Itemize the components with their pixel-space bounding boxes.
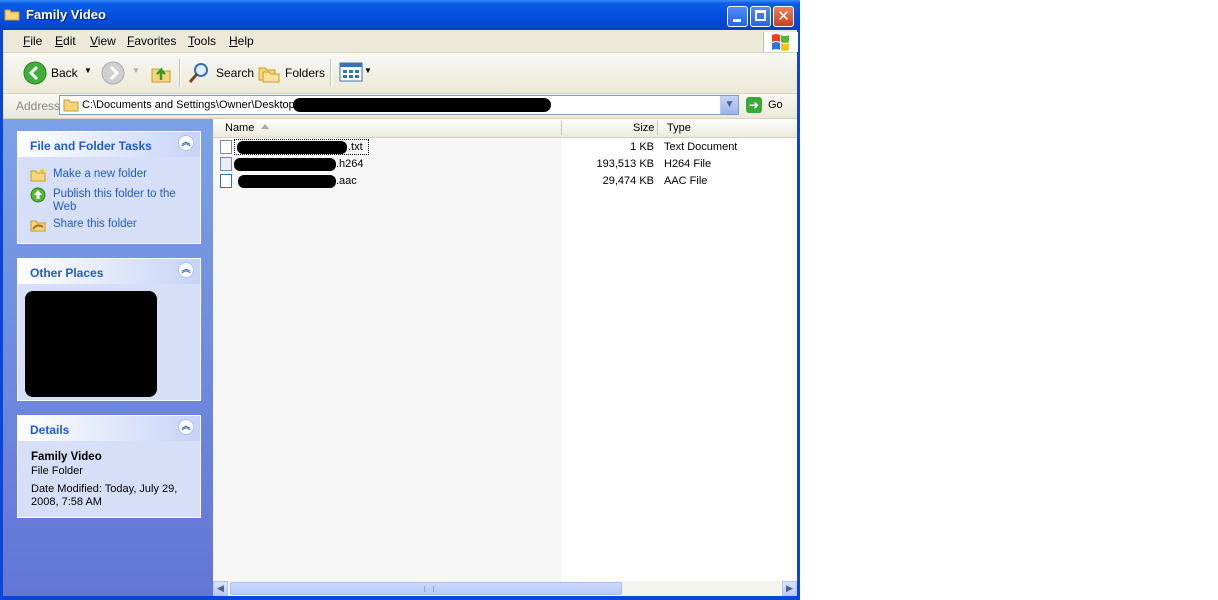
- window-title: Family Video: [26, 7, 106, 22]
- address-label: Address: [16, 99, 61, 113]
- menu-view[interactable]: View: [90, 34, 116, 48]
- file-size: 193,513 KB: [596, 158, 655, 170]
- audio-file-icon: [220, 174, 232, 188]
- standard-toolbar: Back ▼ ▼ Search Folders ▼: [3, 53, 797, 94]
- toolbar-separator: [179, 59, 181, 87]
- file-size: 1 KB: [630, 141, 654, 153]
- grip-icon: [424, 586, 434, 592]
- details-date-modified: Date Modified: Today, July 29, 2008, 7:5…: [31, 483, 178, 508]
- share-folder-icon: [30, 220, 46, 232]
- details-type: File Folder: [31, 465, 83, 477]
- file-extension: .txt: [348, 141, 363, 153]
- other-places-panel: Other Places ︽: [17, 258, 201, 401]
- folder-icon: [4, 9, 20, 21]
- file-extension: .aac: [336, 175, 357, 187]
- scroll-right-icon[interactable]: ▶: [782, 581, 797, 596]
- folders-button[interactable]: Folders: [257, 59, 325, 87]
- column-divider[interactable]: [561, 121, 562, 135]
- table-row[interactable]: .aac 29,474 KB AAC File: [213, 173, 797, 190]
- new-folder-icon: [30, 168, 46, 182]
- redacted-region: [293, 98, 551, 112]
- maximize-button[interactable]: [750, 6, 771, 27]
- globe-icon: [30, 187, 46, 203]
- panel-header[interactable]: File and Folder Tasks ︽: [18, 132, 200, 157]
- menu-tools[interactable]: Tools: [188, 34, 216, 48]
- views-dropdown-icon[interactable]: ▼: [364, 66, 372, 75]
- sort-ascending-icon: [261, 124, 269, 129]
- redacted-region: [25, 291, 157, 397]
- collapse-icon[interactable]: ︽: [178, 262, 194, 278]
- file-extension: .h264: [336, 158, 364, 170]
- windows-logo: [763, 32, 798, 52]
- windows-flag-icon: [772, 34, 789, 51]
- close-button[interactable]: ✕: [773, 6, 794, 27]
- search-icon: [188, 63, 208, 83]
- go-button[interactable]: ➜ Go: [744, 96, 794, 116]
- details-name: Family Video: [31, 451, 102, 463]
- close-icon: ✕: [777, 8, 790, 25]
- table-row[interactable]: .txt 1 KB Text Document: [213, 139, 797, 156]
- explorer-window: Family Video ✕ File Edit View Favorites …: [0, 0, 800, 600]
- redacted-filename: [238, 175, 336, 188]
- address-input[interactable]: C:\Documents and Settings\Owner\Desktop\…: [59, 95, 739, 115]
- menu-favorites[interactable]: Favorites: [127, 34, 176, 48]
- window-frame: File Edit View Favorites Tools Help Back…: [3, 30, 798, 596]
- forward-dropdown-icon[interactable]: ▼: [132, 66, 140, 75]
- views-button[interactable]: ▼: [337, 59, 372, 87]
- forward-button[interactable]: ▼: [99, 59, 140, 87]
- back-button[interactable]: Back ▼: [21, 59, 92, 87]
- title-bar[interactable]: Family Video ✕: [0, 0, 800, 30]
- panel-header[interactable]: Other Places ︽: [18, 259, 200, 284]
- task-pane: File and Folder Tasks ︽ Make a new folde…: [3, 119, 213, 596]
- collapse-icon[interactable]: ︽: [178, 419, 194, 435]
- address-bar: Address C:\Documents and Settings\Owner\…: [3, 94, 797, 119]
- collapse-icon[interactable]: ︽: [178, 135, 194, 151]
- views-icon: [339, 62, 363, 82]
- back-dropdown-icon[interactable]: ▼: [84, 66, 92, 75]
- folder-icon: [63, 99, 79, 112]
- back-arrow-icon: [23, 61, 47, 85]
- column-divider[interactable]: [657, 121, 658, 135]
- redacted-filename: [237, 141, 347, 154]
- chevron-down-icon[interactable]: ▼: [720, 96, 738, 114]
- menu-bar: File Edit View Favorites Tools Help: [3, 30, 798, 53]
- file-list[interactable]: Name Size Type .txt 1 KB Text Document .…: [213, 119, 797, 581]
- column-header-type[interactable]: Type: [667, 122, 691, 134]
- menu-help[interactable]: Help: [229, 34, 254, 48]
- go-arrow-icon: ➜: [746, 97, 762, 113]
- minimize-button[interactable]: [727, 6, 748, 27]
- toolbar-separator: [330, 59, 332, 87]
- video-file-icon: [220, 157, 232, 171]
- file-type: H264 File: [664, 158, 712, 170]
- column-header-name[interactable]: Name: [225, 122, 254, 134]
- scroll-thumb[interactable]: [230, 582, 622, 595]
- redacted-filename: [234, 158, 336, 171]
- address-path: C:\Documents and Settings\Owner\Desktop\: [82, 99, 298, 111]
- text-file-icon: [220, 140, 232, 154]
- scroll-left-icon[interactable]: ◀: [213, 581, 228, 596]
- column-headers: Name Size Type: [213, 119, 797, 138]
- column-header-size[interactable]: Size: [633, 122, 654, 134]
- file-folder-tasks-panel: File and Folder Tasks ︽ Make a new folde…: [17, 131, 201, 244]
- table-row[interactable]: .h264 193,513 KB H264 File: [213, 156, 797, 173]
- file-type: AAC File: [664, 175, 708, 187]
- sorted-column-highlight: [213, 137, 562, 581]
- search-button[interactable]: Search: [185, 59, 254, 87]
- file-size: 29,474 KB: [602, 175, 654, 187]
- file-type: Text Document: [664, 141, 738, 153]
- folders-icon: [258, 67, 280, 83]
- menu-file[interactable]: File: [23, 34, 42, 48]
- forward-arrow-icon: [101, 61, 125, 85]
- minimize-icon: [733, 19, 741, 22]
- panel-header[interactable]: Details ︽: [18, 416, 200, 441]
- details-panel: Details ︽ Family Video File Folder Date …: [17, 415, 201, 518]
- up-folder-icon: [151, 66, 171, 83]
- menu-edit[interactable]: Edit: [55, 34, 76, 48]
- horizontal-scrollbar[interactable]: ◀ ▶: [213, 581, 797, 596]
- up-button[interactable]: [149, 59, 173, 87]
- maximize-icon: [755, 10, 766, 21]
